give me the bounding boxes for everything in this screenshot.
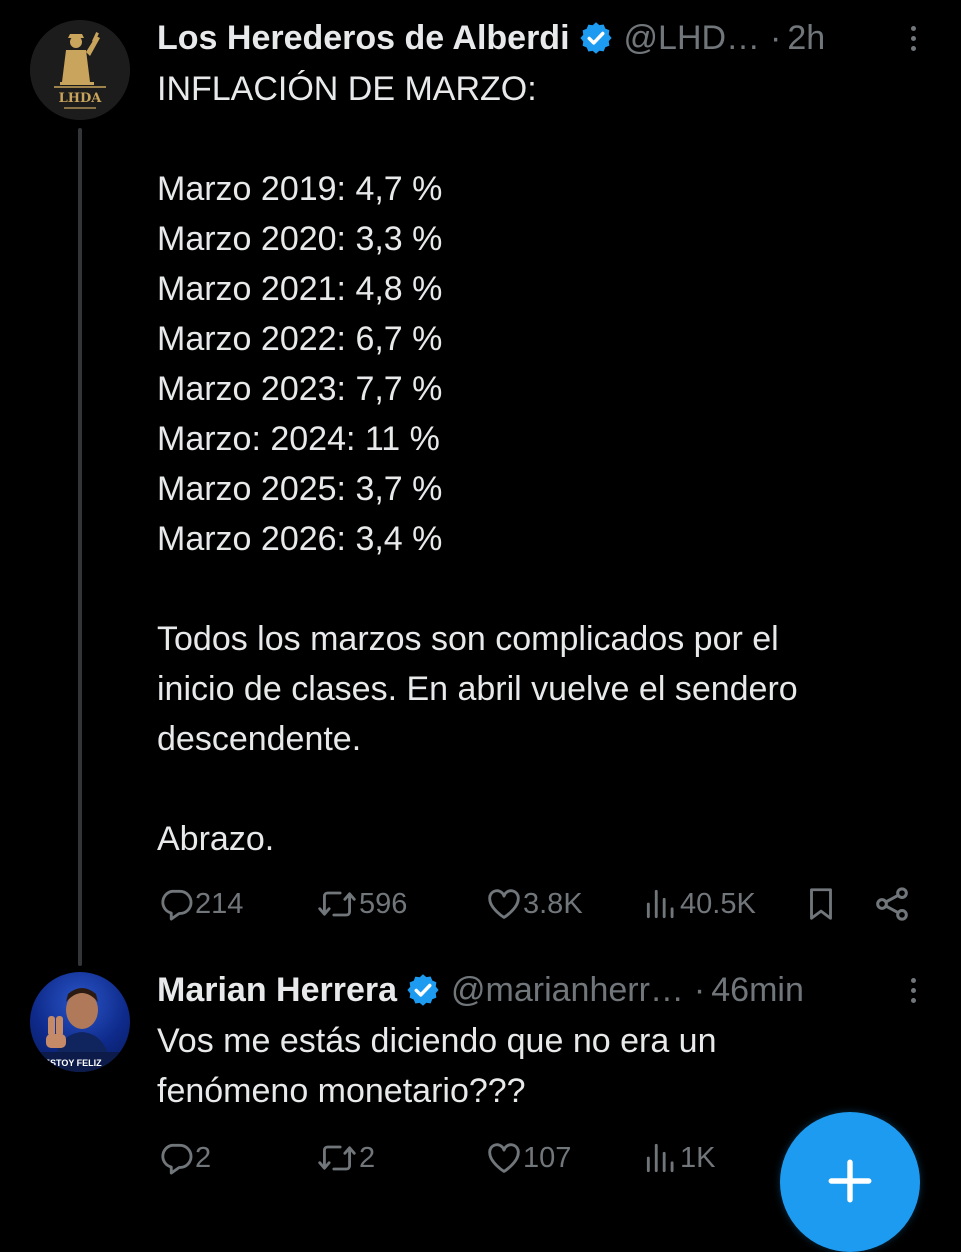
bookmark-icon [810, 888, 832, 920]
tweet-header: Marian Herrera @marianherr… · 46min [157, 970, 961, 1010]
action-bar: 214 596 3.8K 40.5K [157, 882, 937, 926]
like-count: 107 [523, 1141, 572, 1174]
plus-icon [828, 1159, 872, 1203]
heart-icon [488, 1143, 520, 1173]
reply-count: 2 [195, 1141, 212, 1174]
separator-dot: · [770, 18, 782, 57]
tweet-text: Vos me estás diciendo que no era un fenó… [157, 1022, 717, 1110]
author-name[interactable]: Los Herederos de Alberdi [157, 19, 570, 58]
tweet-header: Los Herederos de Alberdi @LHD… · 2h [157, 18, 961, 58]
tweet-content: Los Herederos de Alberdi @LHD… · 2h INFL… [157, 18, 961, 864]
thread-line [78, 128, 82, 966]
more-vertical-icon[interactable] [903, 970, 923, 1010]
repost-count: 2 [359, 1141, 376, 1174]
person-photo-icon [30, 988, 130, 1072]
avatar[interactable]: ESTOY FELIZ [30, 972, 130, 1072]
timestamp[interactable]: 46min [711, 971, 804, 1010]
repost-icon [318, 1145, 356, 1171]
tweet-content: Marian Herrera @marianherr… · 46min Vos … [157, 970, 961, 1116]
author-handle[interactable]: @marianherr… [451, 971, 684, 1010]
reply-icon [161, 1143, 193, 1175]
verified-badge-icon [579, 22, 612, 54]
reply-button[interactable]: 2 [157, 1136, 211, 1180]
reply-icon [161, 889, 193, 921]
author-name[interactable]: Marian Herrera [157, 971, 397, 1010]
like-button[interactable]: 107 [485, 1136, 571, 1180]
views-count: 40.5K [680, 887, 756, 920]
avatar-logo-text: LHDA [59, 91, 103, 106]
repost-button[interactable]: 596 [315, 882, 407, 926]
heart-icon [488, 889, 520, 919]
avatar-caption: ESTOY FELIZ [44, 1058, 102, 1068]
author-handle[interactable]: @LHD… [624, 19, 761, 58]
views-count: 1K [680, 1141, 716, 1174]
tweet-text: INFLACIÓN DE MARZO: Marzo 2019: 4,7 % Ma… [157, 70, 798, 858]
tweet-card[interactable]: LHDA Los Herederos de Alberdi @LHD… · 2h… [0, 0, 961, 966]
views-button[interactable]: 40.5K [642, 882, 756, 926]
repost-button[interactable]: 2 [315, 1136, 375, 1180]
avatar-column: LHDA [30, 0, 130, 120]
lhda-logo-icon: LHDA [30, 20, 130, 120]
repost-count: 596 [359, 887, 408, 920]
share-button[interactable] [872, 882, 912, 926]
share-icon [876, 887, 908, 921]
verified-badge-icon [407, 974, 439, 1006]
compose-button[interactable] [780, 1112, 920, 1252]
like-count: 3.8K [523, 887, 583, 920]
reply-count: 214 [195, 887, 244, 920]
timestamp[interactable]: 2h [787, 19, 825, 58]
reply-button[interactable]: 214 [157, 882, 243, 926]
separator-dot: · [693, 970, 706, 1009]
views-chart-icon [646, 1143, 674, 1173]
repost-icon [318, 891, 356, 917]
avatar[interactable]: LHDA [30, 20, 130, 120]
bookmark-button[interactable] [802, 882, 840, 926]
views-button[interactable]: 1K [642, 1136, 715, 1180]
more-vertical-icon[interactable] [903, 18, 923, 58]
like-button[interactable]: 3.8K [485, 882, 583, 926]
views-chart-icon [646, 889, 674, 919]
